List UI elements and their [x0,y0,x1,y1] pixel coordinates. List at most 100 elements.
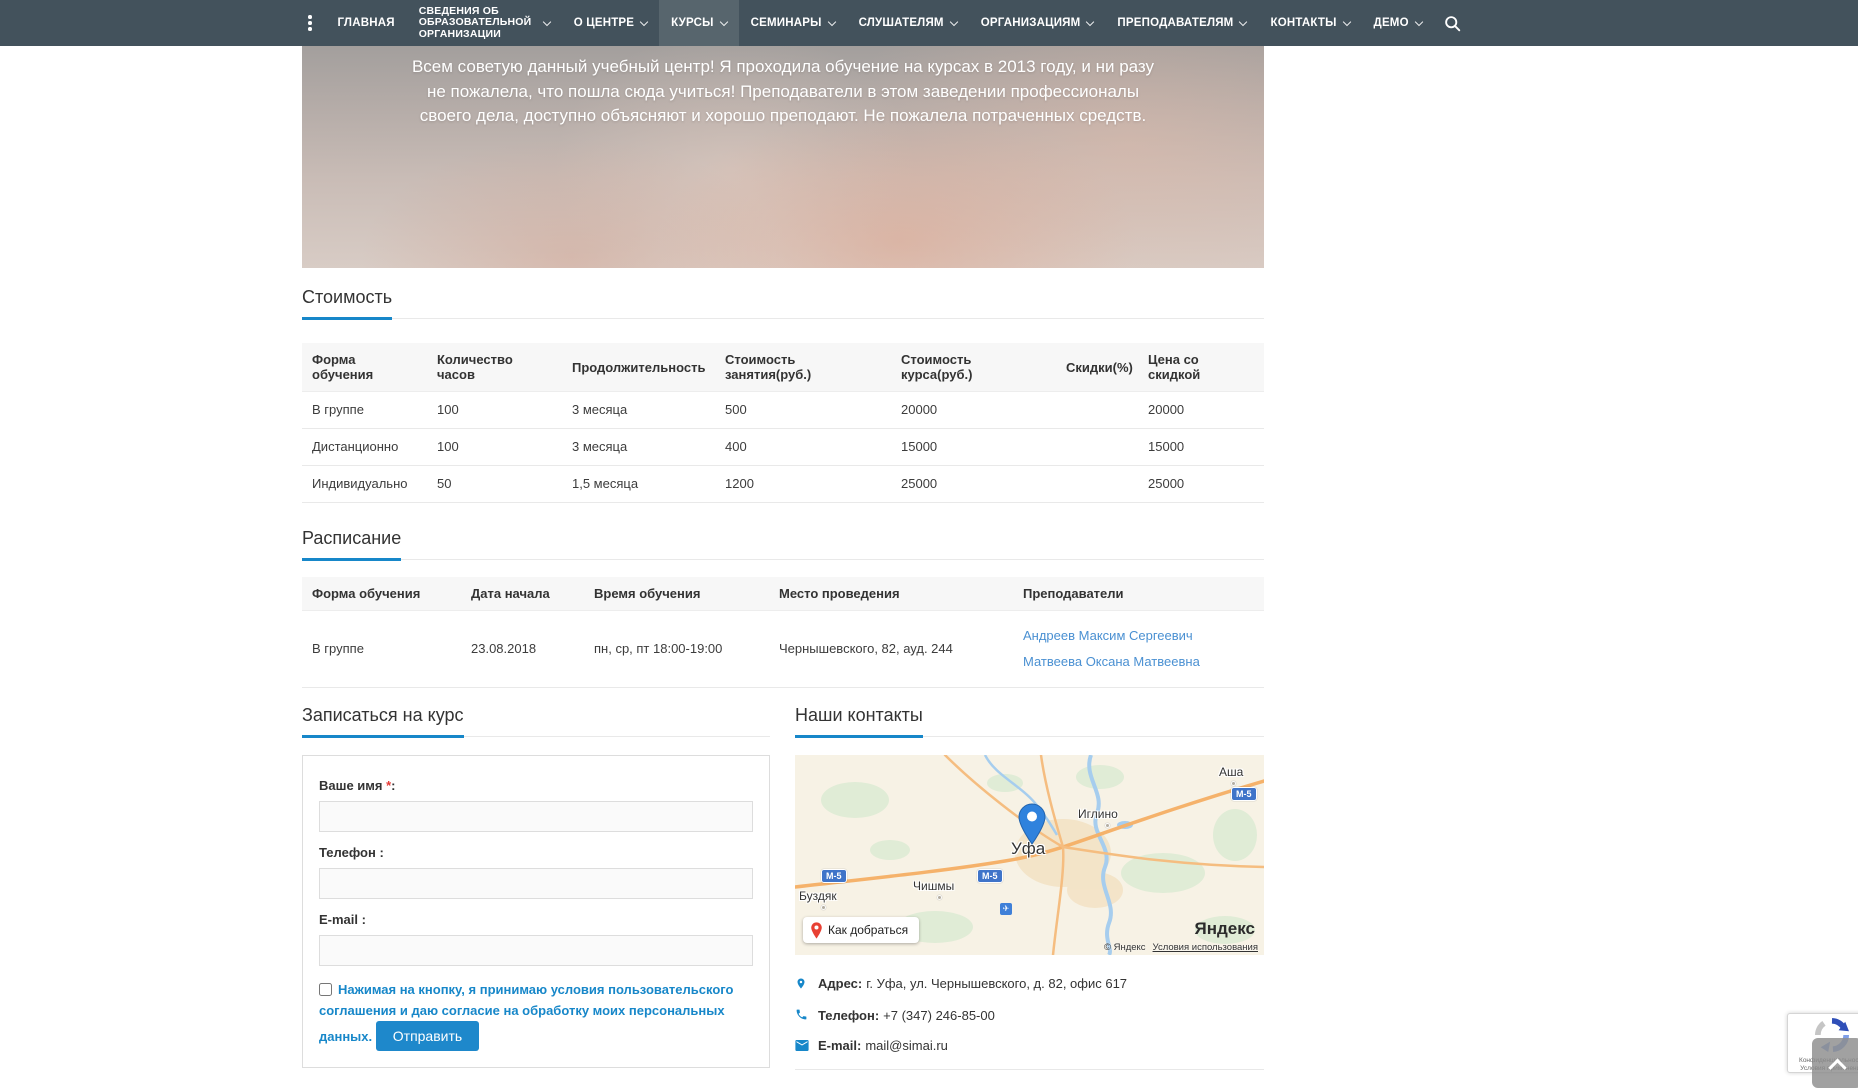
nav-label: СЛУШАТЕЛЯМ [859,17,944,29]
cell: Индивидуально [302,466,427,503]
cell: 100 [427,392,562,429]
email-field-label: E-mail : [319,912,753,927]
column-header: Форма обучения [302,343,427,392]
nav-item-prepodavatelyam[interactable]: ПРЕПОДАВАТЕЛЯМ [1105,0,1258,46]
column-header: Цена со скидкой [1138,343,1264,392]
top-navbar: ГЛАВНАЯ СВЕДЕНИЯ ОБ ОБРАЗОВАТЕЛЬНОЙ ОРГА… [0,0,1858,46]
cell: 25000 [1138,466,1264,503]
agreement-checkbox[interactable] [319,983,332,996]
email-field[interactable] [319,935,753,966]
required-mark: * [383,778,392,793]
scroll-top-button[interactable] [1812,1038,1858,1088]
nav-item-kontakty[interactable]: КОНТАКТЫ [1258,0,1361,46]
nav-label: СВЕДЕНИЯ ОБ ОБРАЗОВАТЕЛЬНОЙ ОРГАНИЗАЦИИ [419,6,537,41]
schedule-header-row: Форма обучения Дата начала Время обучени… [302,577,1264,611]
cell: 100 [427,429,562,466]
teacher-link[interactable]: Андреев Максим Сергеевич [1023,623,1254,649]
nav-label: ОРГАНИЗАЦИЯМ [981,17,1081,29]
cell: 20000 [891,392,1056,429]
cell: 50 [427,466,562,503]
testimonial-hero: Всем советую данный учебный центр! Я про… [302,46,1264,268]
schedule-table: Форма обучения Дата начала Время обучени… [302,577,1264,688]
contacts-section: Наши контакты [795,705,1264,1070]
name-field[interactable] [319,801,753,832]
town-dot [1231,781,1236,786]
dots-menu-icon[interactable] [302,15,326,31]
cell: пн, ср, пт 18:00-19:00 [584,611,769,688]
yandex-logo[interactable]: Яндекс [1195,919,1255,939]
address-label: Адрес: [818,976,862,991]
cell: 3 месяца [562,392,715,429]
cell: 400 [715,429,891,466]
nav-label: ДЕМО [1374,17,1409,29]
teacher-link[interactable]: Матвеева Оксана Матвеевна [1023,649,1254,675]
column-header: Дата начала [461,577,584,611]
column-header: Скидки(%) [1056,343,1138,392]
column-header: Форма обучения [302,577,461,611]
column-header: Место проведения [769,577,1013,611]
nav-item-o-centre[interactable]: О ЦЕНТРЕ [562,0,659,46]
chevron-down-icon [542,17,550,25]
column-header: Стоимость занятия(руб.) [715,343,891,392]
cell [1056,429,1138,466]
map-town-label: Иглино [1078,807,1118,821]
table-row: Дистанционно 100 3 месяца 400 15000 1500… [302,429,1264,466]
nav-label: ГЛАВНАЯ [338,17,395,29]
pricing-title: Стоимость [302,287,392,320]
submit-button[interactable]: Отправить [376,1021,479,1051]
schedule-section: Расписание Форма обучения Дата начала Вр… [302,528,1264,688]
phone-label: Телефон: [818,1008,879,1023]
chevron-down-icon [827,17,835,25]
phone-icon [795,1008,810,1025]
nav-item-kursy[interactable]: КУРСЫ [659,0,738,46]
chevron-down-icon [1086,17,1094,25]
nav-item-demo[interactable]: ДЕМО [1362,0,1434,46]
road-badge: М-5 [821,869,847,883]
map-pin-icon[interactable] [1017,803,1047,845]
nav-item-main[interactable]: ГЛАВНАЯ [326,0,407,46]
name-field-label: Ваше имя *: [319,778,753,793]
map-terms-link[interactable]: Условия использования [1153,942,1258,953]
search-icon[interactable] [1434,15,1471,32]
nav-label: ПРЕПОДАВАТЕЛЯМ [1117,17,1233,29]
column-header: Преподаватели [1013,577,1264,611]
email-value: mail@simai.ru [865,1038,948,1053]
chevron-down-icon [719,17,727,25]
cell: 15000 [891,429,1056,466]
town-dot [937,895,942,900]
chevron-down-icon [949,17,957,25]
cell: 1200 [715,466,891,503]
nav-item-seminary[interactable]: СЕМИНАРЫ [739,0,847,46]
chevron-down-icon [1239,17,1247,25]
testimonial-text: Всем советую данный учебный центр! Я про… [403,46,1163,129]
cell: 1,5 месяца [562,466,715,503]
phone-value: +7 (347) 246-85-00 [883,1008,995,1023]
chevron-down-icon [1415,17,1423,25]
address-row: Адрес:г. Уфа, ул. Чернышевского, д. 82, … [795,975,1264,995]
cell: 20000 [1138,392,1264,429]
pricing-section: Стоимость Форма обучения Количество часо… [302,287,1264,503]
directions-label: Как добраться [828,923,908,937]
table-row: В группе 23.08.2018 пн, ср, пт 18:00-19:… [302,611,1264,688]
contacts-title: Наши контакты [795,705,923,738]
email-row: E-mail: mail@simai.ru [795,1037,1264,1055]
cell [1056,392,1138,429]
directions-button[interactable]: Как добраться [803,917,919,943]
email-label: E-mail: [818,1038,861,1053]
nav-item-slushatelyam[interactable]: СЛУШАТЕЛЯМ [847,0,969,46]
yandex-map[interactable]: Аша М-5 Иглино Уфа М-5 Чишмы М-5 Буздяк … [795,755,1264,955]
map-town-label: Чишмы [913,879,954,893]
cell: В группе [302,392,427,429]
phone-field[interactable] [319,868,753,899]
column-header: Время обучения [584,577,769,611]
chevron-up-icon [1828,1058,1846,1076]
road-badge: М-5 [1231,787,1257,801]
cell [1056,466,1138,503]
nav-item-organizaciyam[interactable]: ОРГАНИЗАЦИЯМ [969,0,1106,46]
airport-icon: ✈ [1000,903,1012,915]
map-town-label: Аша [1219,765,1243,779]
chevron-down-icon [1342,17,1350,25]
town-dot [821,905,826,910]
cell: Андреев Максим Сергеевич Матвеева Оксана… [1013,611,1264,688]
nav-item-svedeniya[interactable]: СВЕДЕНИЯ ОБ ОБРАЗОВАТЕЛЬНОЙ ОРГАНИЗАЦИИ [407,0,562,46]
